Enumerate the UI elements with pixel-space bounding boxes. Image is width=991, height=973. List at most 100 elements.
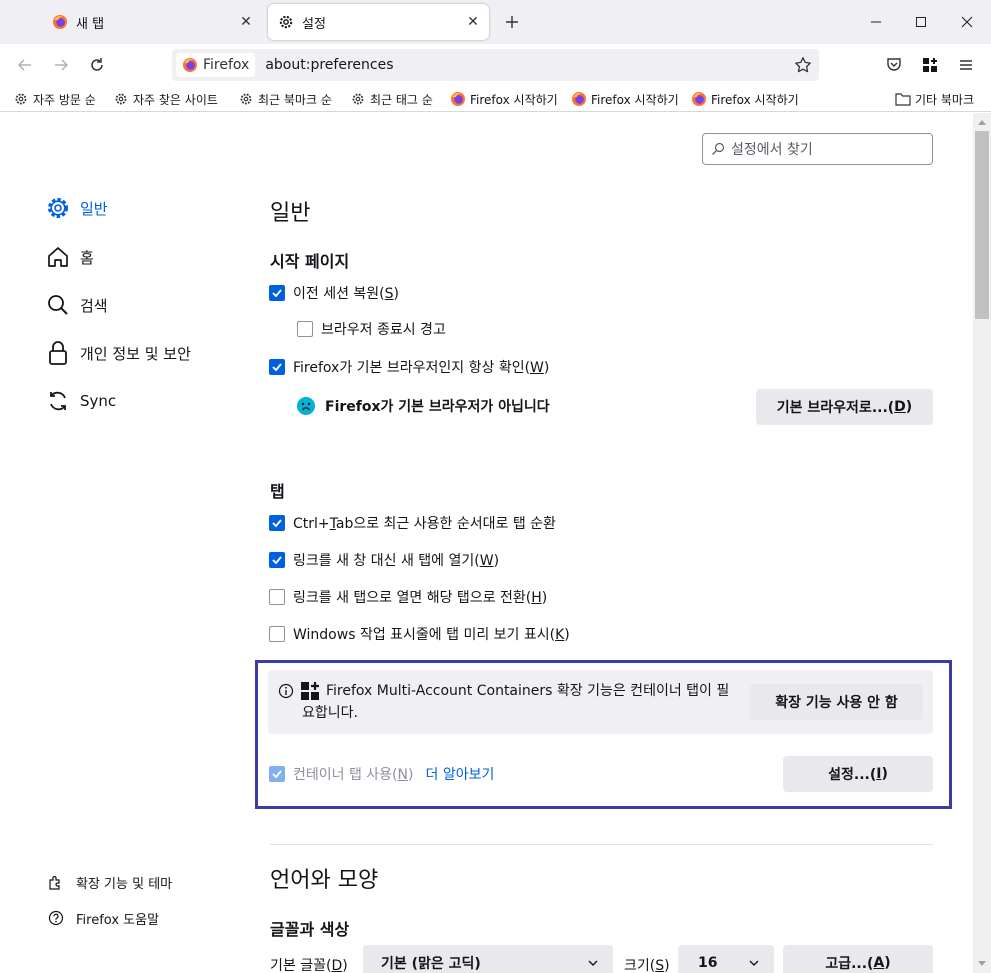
switch-to-new-tab-checkbox[interactable]: 링크를 새 탭으로 열면 해당 탭으로 전환(H): [269, 586, 547, 608]
search-icon: [44, 291, 72, 319]
category-label: Sync: [80, 392, 117, 410]
category-search[interactable]: 검색: [44, 290, 108, 320]
default-font-select[interactable]: 기본 (맑은 고딕): [363, 945, 613, 973]
gear-icon: [13, 91, 29, 107]
containers-notice-text: Firefox Multi-Account Containers 확장 기능은 …: [302, 683, 730, 721]
bookmark-item[interactable]: 최근 태그 순: [350, 89, 433, 109]
default-font-label: 기본 글꼴(D): [270, 958, 348, 973]
url-text[interactable]: about:preferences: [265, 57, 393, 73]
settings-search-input[interactable]: 설정에서 찾기: [702, 133, 933, 165]
gear-icon: [350, 91, 366, 107]
navigation-toolbar: Firefox about:preferences: [0, 44, 991, 86]
make-default-button[interactable]: 기본 브라우저로...(D): [756, 389, 933, 425]
not-default-status: Firefox가 기본 브라우저가 아닙니다: [296, 395, 550, 417]
gear-icon: [278, 14, 294, 30]
scrollbar[interactable]: [973, 113, 991, 973]
checkbox-box: [269, 626, 285, 642]
pocket-icon[interactable]: [880, 51, 908, 79]
font-value: 기본 (맑은 고딕): [381, 956, 481, 972]
disable-extension-button[interactable]: 확장 기능 사용 안 함: [750, 684, 923, 720]
checkbox-label: 링크를 새 탭으로 열면 해당 탭으로 전환(H): [293, 590, 548, 606]
bookmark-item[interactable]: 자주 찾은 사이트: [113, 89, 218, 109]
extensions-themes-link[interactable]: 확장 기능 및 테마: [46, 872, 172, 892]
check-default-browser-checkbox[interactable]: Firefox가 기본 브라우저인지 항상 확인(W): [269, 356, 549, 378]
advanced-fonts-button[interactable]: 고급...(A): [783, 945, 933, 973]
minimize-button[interactable]: [862, 8, 890, 36]
forward-button[interactable]: [47, 51, 75, 79]
scroll-up-icon[interactable]: [973, 113, 991, 131]
reload-button[interactable]: [83, 51, 111, 79]
lock-icon: [44, 339, 72, 367]
restore-session-checkbox[interactable]: 이전 세션 복원(S): [269, 282, 399, 304]
category-label: 검색: [80, 296, 108, 315]
font-size-select[interactable]: 16: [678, 945, 774, 973]
category-general[interactable]: 일반: [44, 193, 108, 223]
extensions-icon[interactable]: [916, 51, 944, 79]
open-links-in-tabs-checkbox[interactable]: 링크를 새 창 대신 새 탭에 열기(W): [269, 549, 499, 571]
category-home[interactable]: 홈: [44, 242, 94, 272]
tabs-heading: 탭: [270, 482, 285, 501]
checkbox-label: 브라우저 종료시 경고: [321, 322, 446, 338]
identity-box[interactable]: Firefox: [176, 53, 256, 77]
firefox-icon: [571, 91, 587, 107]
puzzle-icon: [46, 872, 66, 892]
category-sync[interactable]: Sync: [44, 386, 116, 416]
sync-icon: [44, 387, 72, 415]
gear-icon: [238, 91, 254, 107]
menu-icon[interactable]: [952, 51, 980, 79]
scroll-thumb[interactable]: [975, 131, 989, 319]
bookmark-star-icon[interactable]: [793, 55, 813, 75]
firefox-icon: [182, 57, 198, 73]
search-icon: [711, 142, 725, 156]
gear-icon: [113, 91, 129, 107]
scroll-down-icon[interactable]: [973, 955, 991, 973]
new-tab-button[interactable]: [500, 10, 524, 34]
bookmark-label: Firefox 시작하기: [591, 92, 679, 107]
checkmark-icon: [269, 515, 285, 531]
maximize-button[interactable]: [907, 8, 935, 36]
bookmark-item[interactable]: Firefox 시작하기: [691, 89, 799, 109]
help-icon: [46, 908, 66, 928]
folder-icon: [895, 91, 911, 107]
bookmark-label: Firefox 시작하기: [470, 92, 558, 107]
page-title: 일반: [270, 201, 311, 226]
firefox-help-link[interactable]: Firefox 도움말: [46, 908, 159, 928]
bookmark-label: 최근 태그 순: [370, 92, 433, 107]
bookmark-item[interactable]: Firefox 시작하기: [571, 89, 679, 109]
category-privacy[interactable]: 개인 정보 및 보안: [44, 338, 191, 368]
category-label: 일반: [80, 199, 108, 218]
bookmark-item[interactable]: 최근 북마크 순: [238, 89, 332, 109]
tab-label: 새 탭: [76, 16, 105, 32]
taskbar-preview-checkbox[interactable]: Windows 작업 표시줄에 탭 미리 보기 표시(K): [269, 623, 570, 645]
container-settings-button[interactable]: 설정...(I): [783, 756, 933, 792]
tab-new-tab[interactable]: 새 탭 ✕: [40, 4, 262, 40]
checkmark-icon: [269, 359, 285, 375]
close-tab-icon[interactable]: ✕: [461, 10, 485, 34]
close-tab-icon[interactable]: ✕: [234, 10, 258, 34]
size-value: 16: [698, 955, 718, 971]
checkbox-label: Firefox가 기본 브라우저인지 항상 확인(W): [293, 360, 550, 376]
tab-settings[interactable]: 설정 ✕: [268, 4, 489, 40]
url-bar[interactable]: Firefox about:preferences: [172, 49, 819, 81]
back-button[interactable]: [11, 51, 39, 79]
preferences-content: 설정에서 찾기 일반 홈 검색 개인 정보 및 보안 Sync 확장 기능 및 …: [0, 113, 973, 973]
checkbox-box: [297, 321, 313, 337]
close-window-button[interactable]: [953, 8, 981, 36]
gear-icon: [44, 194, 72, 222]
other-bookmarks[interactable]: 기타 북마크: [895, 89, 974, 109]
container-tabs-checkbox: 컨테이너 탭 사용(N) 더 알아보기: [269, 763, 494, 785]
extensions-themes-label: 확장 기능 및 테마: [76, 876, 173, 892]
firefox-icon: [691, 91, 707, 107]
bookmark-label: 자주 찾은 사이트: [133, 92, 218, 107]
containers-notice: Firefox Multi-Account Containers 확장 기능은 …: [268, 670, 933, 734]
checkmark-icon: [269, 766, 285, 782]
language-heading: 언어와 모양: [270, 868, 379, 893]
bookmark-item[interactable]: Firefox 시작하기: [450, 89, 558, 109]
bookmark-item[interactable]: 자주 방문 순: [13, 89, 96, 109]
bookmark-label: Firefox 시작하기: [711, 92, 799, 107]
warn-on-quit-checkbox[interactable]: 브라우저 종료시 경고: [297, 318, 446, 340]
learn-more-link[interactable]: 더 알아보기: [425, 764, 494, 784]
checkbox-label: 링크를 새 창 대신 새 탭에 열기(W): [293, 553, 500, 569]
ctrl-tab-checkbox[interactable]: Ctrl+Tab으로 최근 사용한 순서대로 탭 순환: [269, 512, 556, 534]
home-icon: [44, 243, 72, 271]
